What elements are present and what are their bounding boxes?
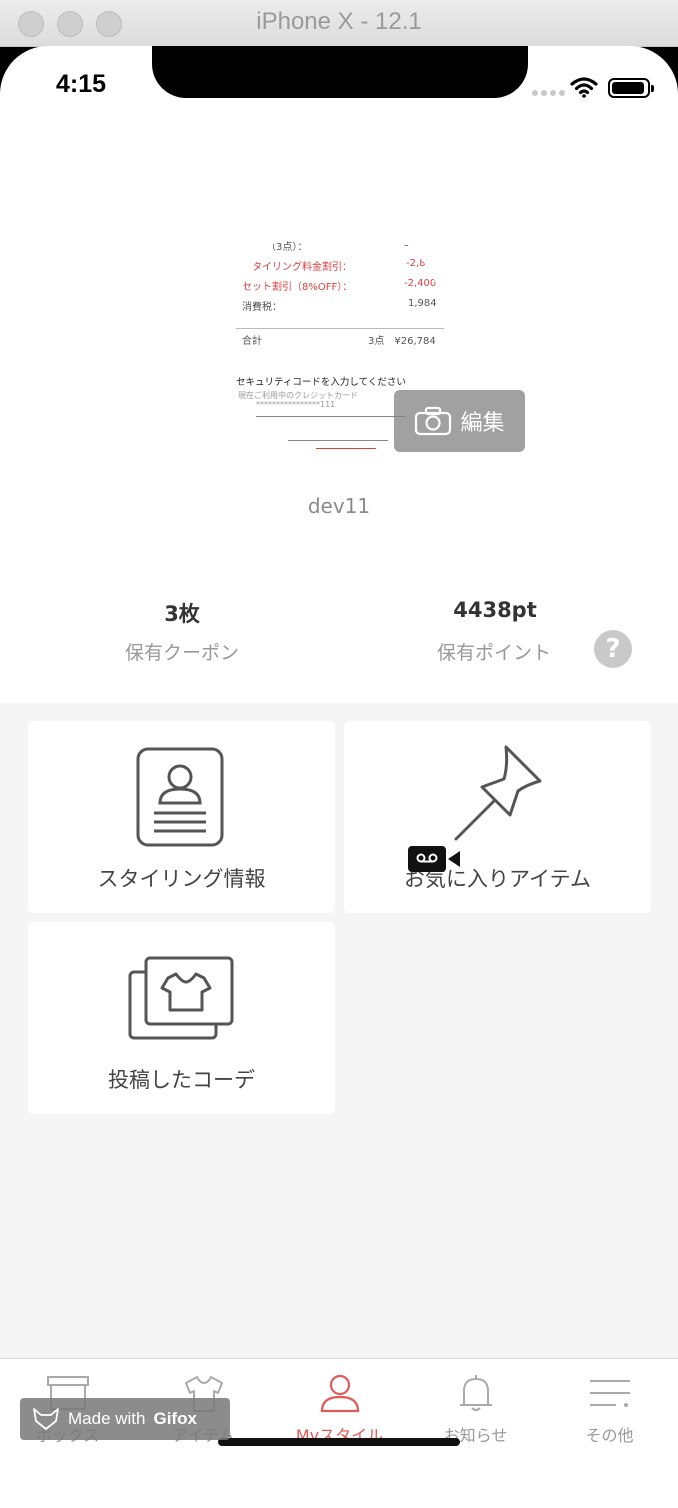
receipt-input-line xyxy=(256,416,406,417)
battery-icon xyxy=(608,78,654,98)
bell-icon xyxy=(460,1375,492,1411)
receipt-value: -2,80 xyxy=(406,258,432,269)
receipt-line: セキュリティコードを入力してください xyxy=(236,377,406,388)
posted-outfits-card[interactable]: 投稿したコーデ xyxy=(28,922,335,1114)
styling-info-card[interactable]: スタイリング情報 xyxy=(28,721,335,913)
notch xyxy=(152,46,528,98)
receipt-value: 1,984 xyxy=(408,298,437,309)
favorite-items-label: お気に入りアイテム xyxy=(404,867,591,891)
tab-other-label: その他 xyxy=(585,1426,634,1445)
tab-other[interactable]: その他 xyxy=(542,1359,677,1459)
receipt-input-line xyxy=(288,440,388,441)
profile-card-icon xyxy=(136,747,224,847)
wifi-icon xyxy=(570,77,598,98)
receipt-line: セット割引（8%OFF）： xyxy=(242,282,353,293)
gifox-watermark: Made with Gifox xyxy=(20,1398,230,1440)
status-time: 4:15 xyxy=(56,70,107,98)
receipt-value: 3点 ¥26,784 xyxy=(368,336,436,347)
help-icon[interactable]: ? xyxy=(594,630,632,668)
edit-avatar-button[interactable]: 編集 xyxy=(394,390,525,452)
window-title: iPhone X - 12.1 xyxy=(256,8,422,35)
coupon-count[interactable]: 3枚 xyxy=(82,598,282,628)
receipt-value: 3, xyxy=(404,238,414,249)
screen-record-icon xyxy=(408,846,460,872)
edit-label: 編集 xyxy=(460,411,505,436)
menu-grid: スタイリング情報 お気に入りアイテム 投稿したコーデ xyxy=(0,703,678,1358)
watermark-brand: Gifox xyxy=(153,1409,197,1428)
signal-icon xyxy=(532,90,565,96)
favorite-items-card[interactable]: お気に入りアイテム xyxy=(344,721,651,913)
watermark-prefix: Made with xyxy=(68,1409,146,1428)
simulator-titlebar: iPhone X - 12.1 xyxy=(0,0,678,47)
receipt-input-line xyxy=(316,448,376,449)
receipt-value: -2,400 xyxy=(404,278,437,289)
receipt-line: 合計 xyxy=(242,336,262,347)
person-icon xyxy=(320,1374,360,1413)
home-indicator[interactable] xyxy=(218,1438,460,1446)
receipt-line: ****************111 xyxy=(256,400,336,409)
phone-screen: 4:15 計（3点）： 3, スタイリング料金割引： -2,80 セット割引（8… xyxy=(0,46,678,1508)
points-label[interactable]: 保有ポイント xyxy=(384,638,604,665)
styling-info-label: スタイリング情報 xyxy=(97,867,266,891)
coupon-label[interactable]: 保有クーポン xyxy=(72,638,292,665)
receipt-line: 消費税： xyxy=(242,302,282,313)
pushpin-icon xyxy=(454,745,542,841)
menu-icon xyxy=(590,1380,630,1407)
fox-logo-icon xyxy=(33,1408,59,1430)
points-count[interactable]: 4438pt xyxy=(395,598,595,622)
receipt-divider xyxy=(236,328,444,329)
camera-icon xyxy=(415,406,452,436)
receipt-line: スタイリング料金割引： xyxy=(242,262,352,273)
posted-outfits-label: 投稿したコーデ xyxy=(108,1068,255,1092)
receipt-line: 計（3点）： xyxy=(256,242,308,253)
username: dev11 xyxy=(307,494,371,518)
photo-stack-icon xyxy=(128,956,234,1040)
